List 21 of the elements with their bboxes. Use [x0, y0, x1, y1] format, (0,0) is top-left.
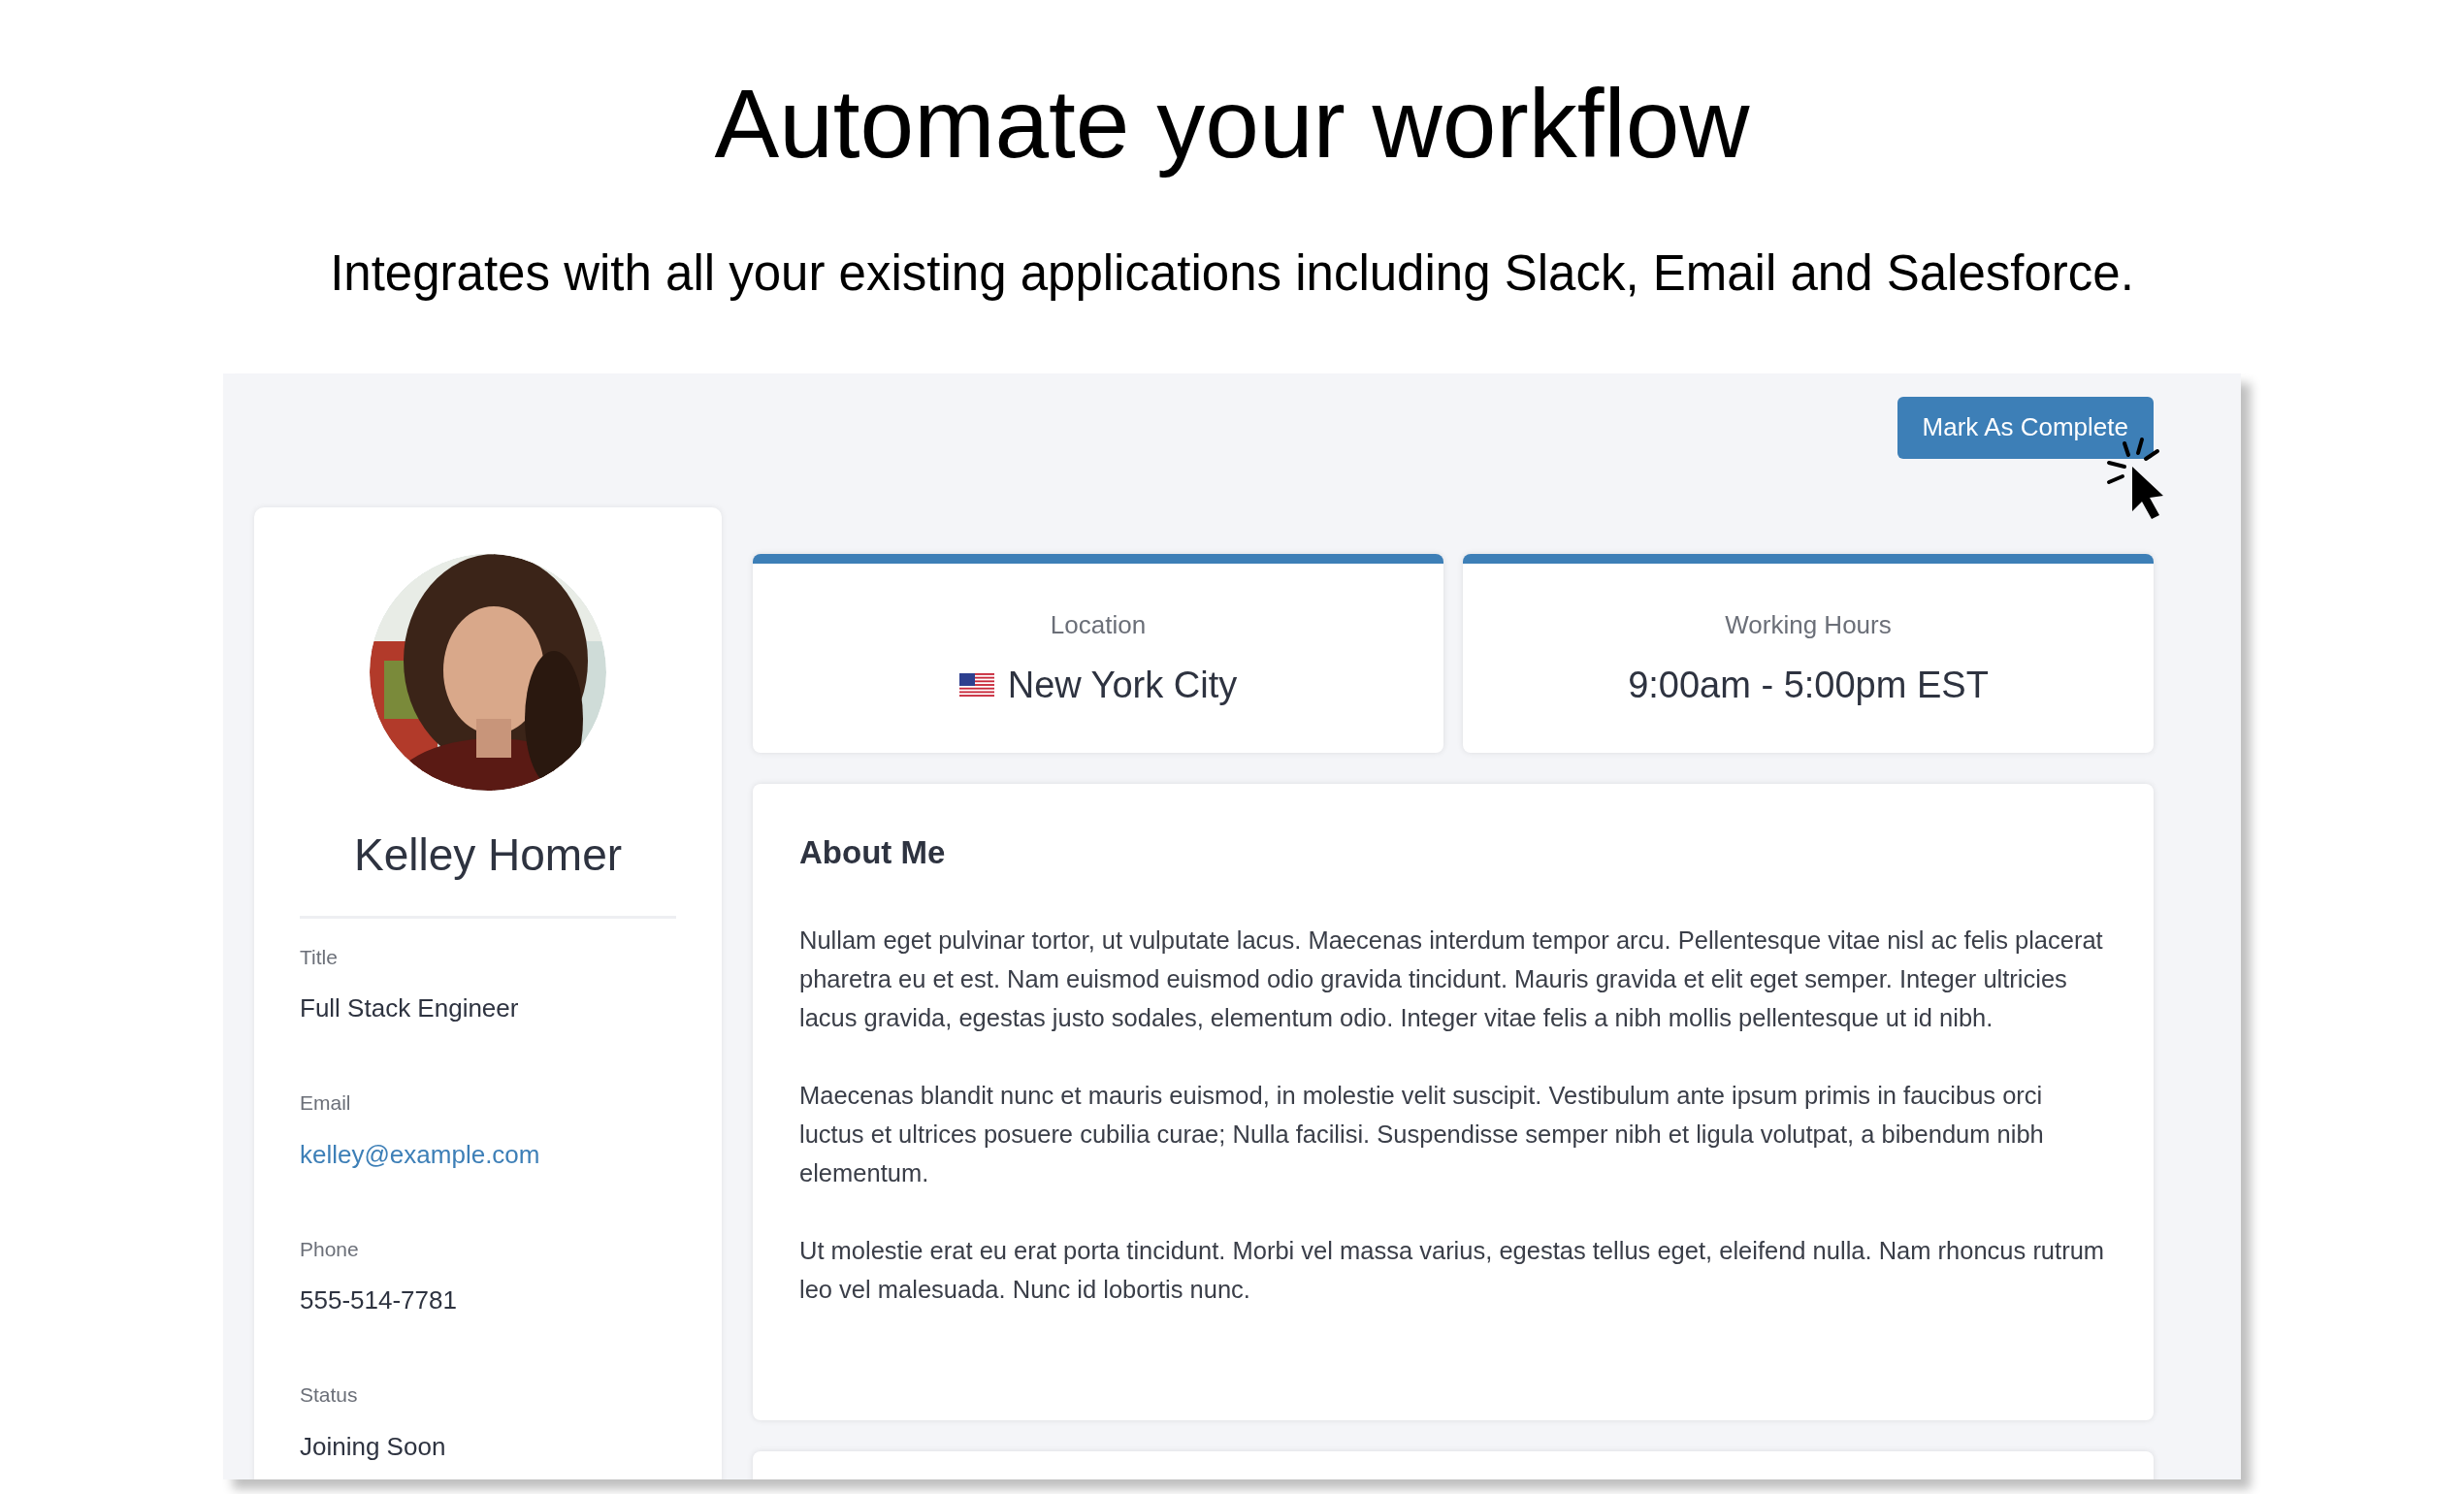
field-value: 555-514-7781	[300, 1284, 458, 1316]
profile-name: Kelley Homer	[353, 828, 623, 882]
info-label: Location	[1050, 608, 1147, 641]
field-label: Phone	[300, 1236, 360, 1262]
mark-complete-button[interactable]: Mark As Complete	[1897, 396, 2154, 459]
field-label: Email	[300, 1090, 352, 1116]
about-paragraph: Ut molestie erat eu erat porta tincidunt. Morbi vel massa varius, egestas tellus eget, eleifend nulla. Nam rhoncus rutrum leo vel malesuada. Nunc id lobortis nunc.	[799, 1236, 2106, 1305]
page-subheading: Integrates with all your existing applications including Slack, Email and Salesforce.	[330, 244, 2134, 303]
field-label: Title	[300, 944, 339, 970]
email-link[interactable]: kelley@example.com	[300, 1135, 676, 1174]
field-value: Joining Soon	[300, 1430, 447, 1463]
field-label: Status	[300, 1382, 359, 1408]
info-label: Working Hours	[1725, 608, 1892, 641]
info-value: New York City	[1007, 663, 1238, 707]
info-value: 9:00am - 5:00pm EST	[1628, 663, 1989, 707]
flag-icon	[958, 673, 994, 697]
about-title: About Me	[799, 832, 947, 872]
about-paragraph: Nullam eget pulvinar tortor, ut vulputate lacus. Maecenas interdum tempor arcu. Pellentesque vitae nisl ac felis placerat pharetra eu et est. Nam euismod euismod odio gravida tincidunt. Mauris gravida et elit eget semper. Integer ultricies lacus gravida, egestas justo sodales, elementum odio. Integer vitae felis a nibh mollis pellentesque ut id nibh.	[799, 926, 2104, 1033]
field-value: Full Stack Engineer	[300, 992, 520, 1024]
page-heading: Automate your workflow	[714, 70, 1750, 177]
about-paragraph: Maecenas blandit nunc et mauris euismod, in molestie velit suscipit. Vestibulum ante ipsum primis in faucibus orci luctus et ultrices posuere cubilia curae; Nulla facilisi. Suspendisse semper nibh et ligula volutpat, a bibendum nibh elementum.	[799, 1081, 2045, 1188]
